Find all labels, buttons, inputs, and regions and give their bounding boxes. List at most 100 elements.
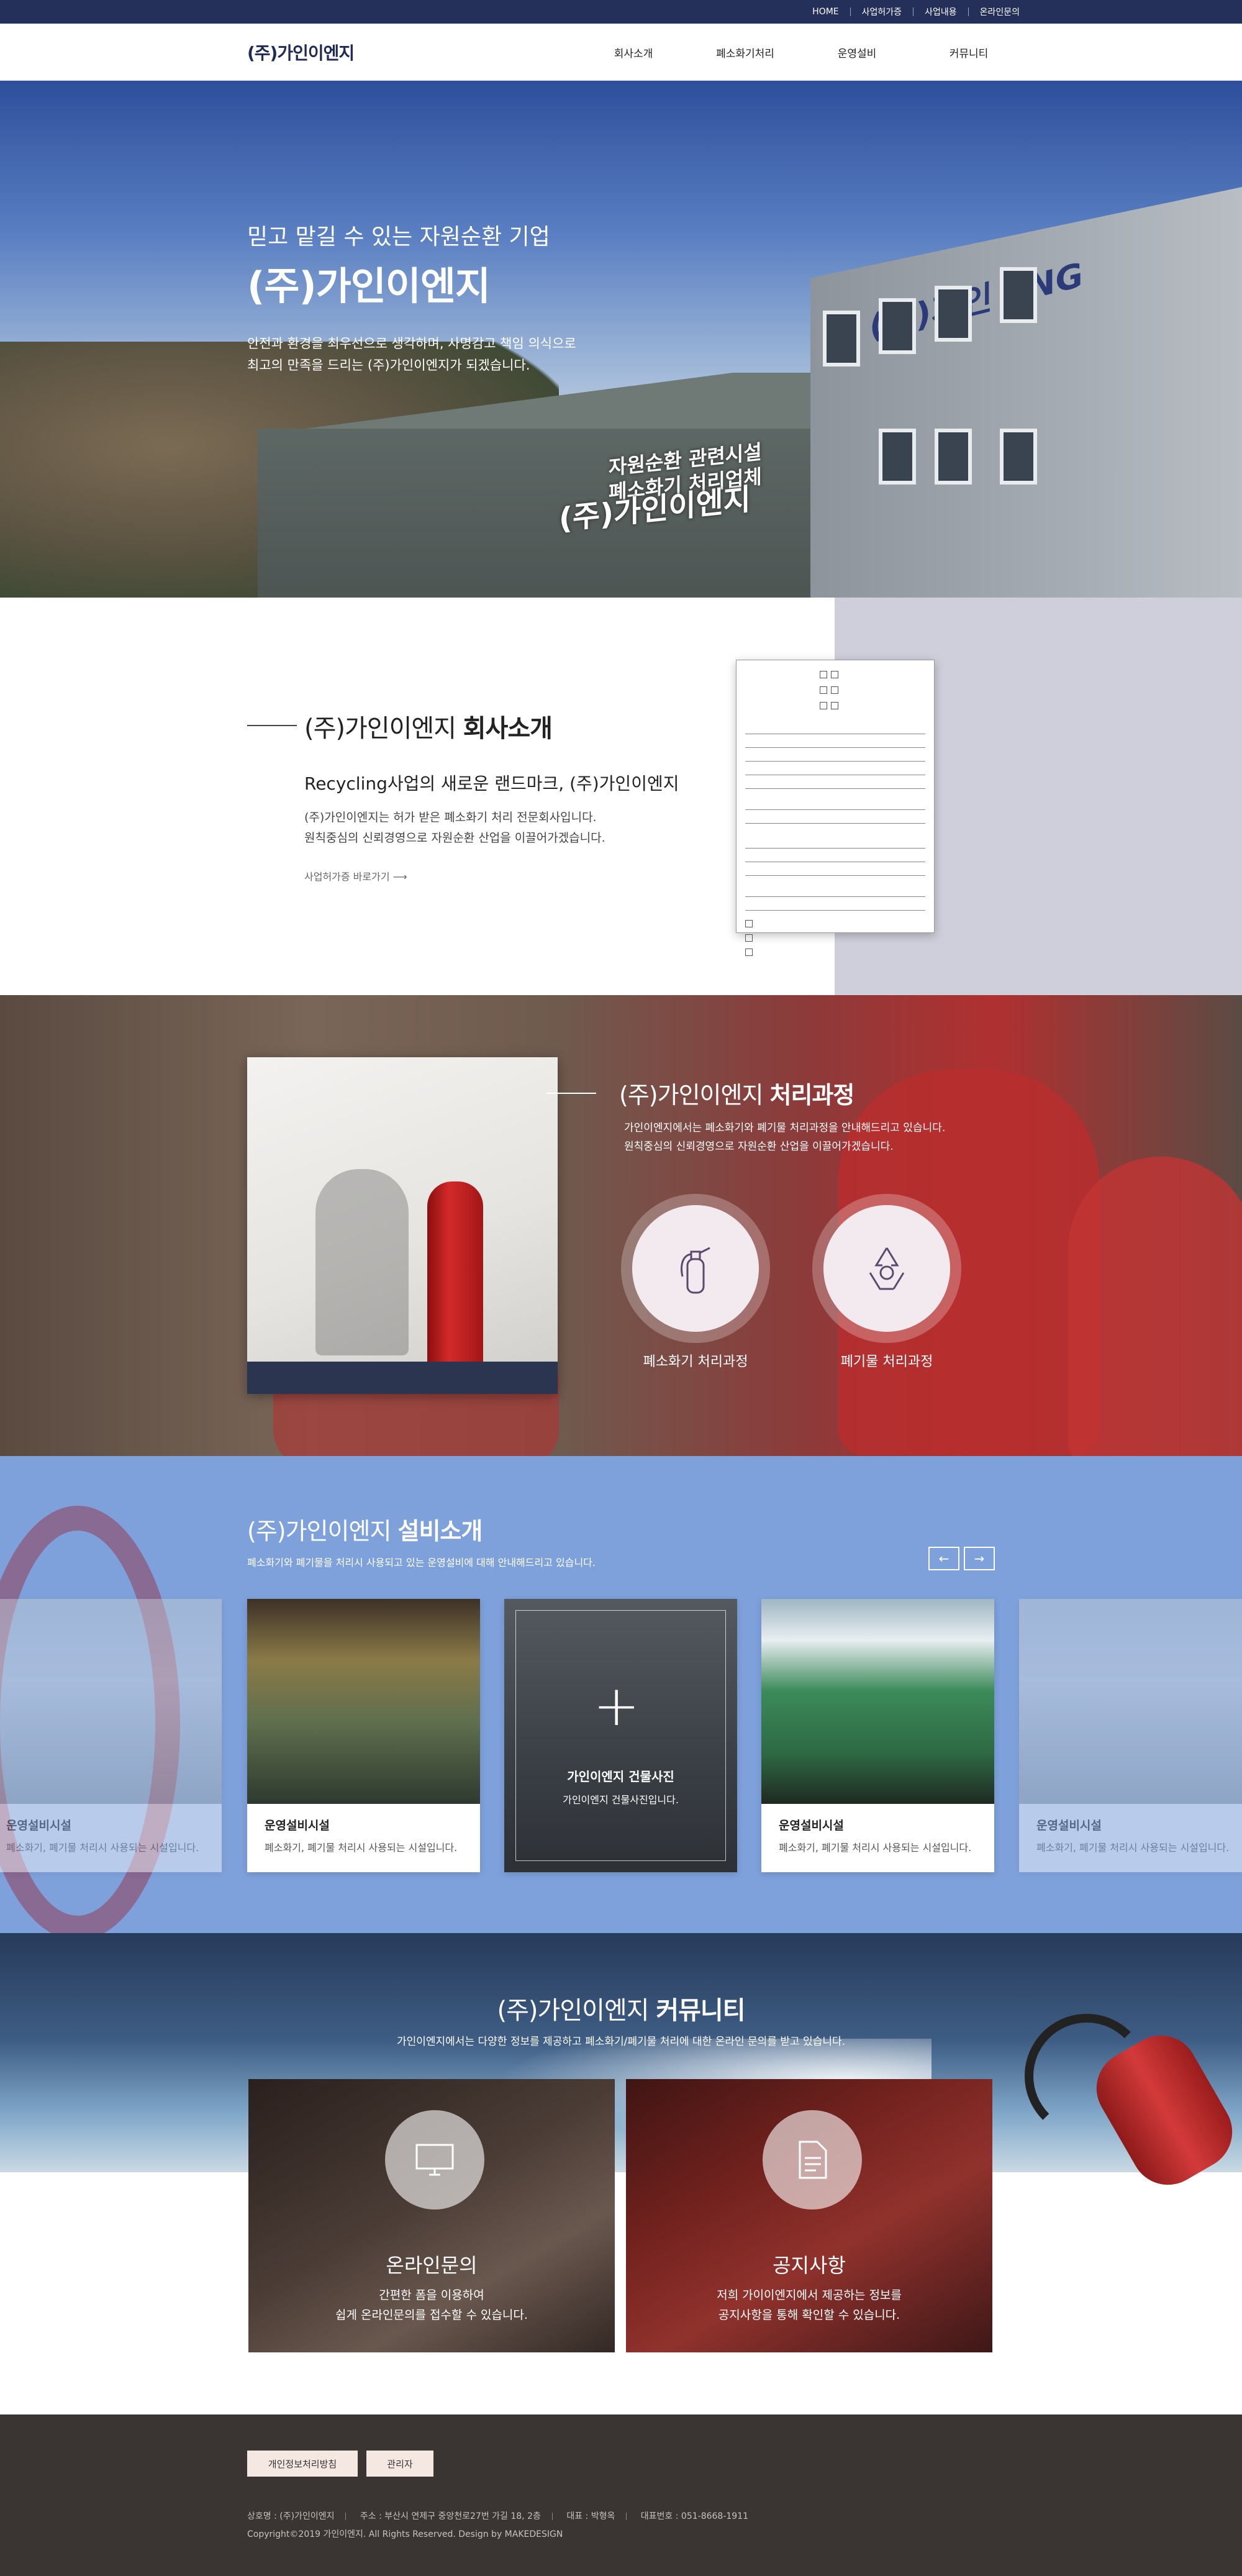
nav-item-community[interactable]: 커뮤니티 xyxy=(913,45,1025,60)
community-title-bold: 커뮤니티 xyxy=(656,1996,745,2025)
business-license-document[interactable] xyxy=(736,660,935,956)
box-desc-line: 저희 가이이엔지에서 제공하는 정보를 xyxy=(717,2288,902,2302)
process-section: (주)가인이엔지 처리과정 가인이엔지에서는 폐소화기와 폐기물 처리과정을 안… xyxy=(0,995,1242,1456)
license-link-label: 사업허가증 바로가기 xyxy=(304,871,390,883)
box-title: 공지사항 xyxy=(773,2254,846,2277)
box-title: 온라인문의 xyxy=(386,2254,478,2277)
privacy-policy-button[interactable]: 개인정보처리방침 xyxy=(247,2451,358,2477)
box-desc-line: 공지사항을 통해 확인할 수 있습니다. xyxy=(718,2308,900,2323)
monitor-icon-wrap xyxy=(385,2110,484,2210)
building-window xyxy=(935,286,972,342)
equipment-card[interactable]: 운영설비시설 폐소화기, 폐기물 처리시 사용되는 시설입니다. xyxy=(1019,1599,1242,1872)
footer-ceo: 대표 : 박형옥 xyxy=(566,2511,615,2521)
box-desc-line: 간편한 폼을 이용하여 xyxy=(379,2288,484,2302)
about-desc-line: 원칙중심의 신뢰경영으로 자원순환 산업을 이끌어가겠습니다. xyxy=(304,831,605,845)
slider-next-button[interactable]: → xyxy=(964,1547,995,1570)
card-desc: 가인이엔지 건물사진입니다. xyxy=(563,1794,679,1806)
admin-button[interactable]: 관리자 xyxy=(366,2451,433,2477)
process-title-light: (주)가인이엔지 xyxy=(619,1081,763,1109)
site-header: (주)가인이엔지 회사소개 폐소화기처리 운영설비 커뮤니티 xyxy=(0,24,1242,81)
hero-banner: 자원순환 관련시설 폐소화기 처리업체 (주)가인이엔지 (주)가인 ENG 믿… xyxy=(0,81,1242,598)
equipment-card[interactable]: 운영설비시설 폐소화기, 폐기물 처리시 사용되는 시설입니다. xyxy=(0,1599,222,1872)
about-title-bold: 회사소개 xyxy=(463,714,553,743)
equipment-image xyxy=(761,1599,994,1804)
extinguisher-image xyxy=(427,1181,483,1374)
equipment-title-light: (주)가인이엔지 xyxy=(247,1518,391,1545)
equipment-image xyxy=(247,1599,480,1804)
card-title: 운영설비시설 xyxy=(779,1819,844,1832)
main-nav: 회사소개 폐소화기처리 운영설비 커뮤니티 xyxy=(578,24,1025,81)
equipment-card[interactable]: 운영설비시설 폐소화기, 폐기물 처리시 사용되는 시설입니다. xyxy=(247,1599,480,1872)
util-link-business[interactable]: 사업내용 xyxy=(913,6,968,18)
util-link-inquiry[interactable]: 온라인문의 xyxy=(969,6,1031,18)
equipment-card[interactable]: 운영설비시설 폐소화기, 폐기물 처리시 사용되는 시설입니다. xyxy=(761,1599,994,1872)
bg-extinguisher-blur xyxy=(1068,1157,1242,1456)
photo-floor xyxy=(247,1362,558,1394)
nav-item-facilities[interactable]: 운영설비 xyxy=(801,45,913,60)
process-label[interactable]: 폐기물 처리과정 xyxy=(812,1350,961,1370)
about-desc-line: (주)가인이엔지는 허가 받은 폐소화기 처리 전문회사입니다. xyxy=(304,811,597,824)
document-icon-wrap xyxy=(763,2110,862,2210)
plus-icon: + xyxy=(593,1673,640,1739)
license-link[interactable]: 사업허가증 바로가기 ⟶ xyxy=(304,868,407,883)
card-desc: 폐소화기, 폐기물 처리시 사용되는 시설입니다. xyxy=(6,1842,199,1854)
document-icon xyxy=(799,2141,827,2179)
community-section: (주)가인이엔지 커뮤니티 가인이엔지에서는 다양한 정보를 제공하고 폐소화기… xyxy=(0,1933,1242,2414)
hero-desc-line: 최고의 만족을 드리는 (주)가인이엔지가 되겠습니다. xyxy=(247,357,530,373)
extinguisher-shadow xyxy=(315,1169,409,1355)
community-box-inquiry[interactable]: 온라인문의 간편한 폼을 이용하여 쉽게 온라인문의를 접수할 수 있습니다. xyxy=(248,2079,615,2352)
hero-description: 안전과 환경을 최우선으로 생각하며, 사명감고 책임 의식으로 최고의 만족을… xyxy=(247,333,645,376)
building-window xyxy=(823,311,860,366)
util-link-home[interactable]: HOME xyxy=(801,7,850,17)
process-title-line xyxy=(546,1093,596,1094)
box-desc: 간편한 폼을 이용하여 쉽게 온라인문의를 접수할 수 있습니다. xyxy=(248,2285,615,2326)
card-desc: 폐소화기, 폐기물 처리시 사용되는 시설입니다. xyxy=(779,1842,972,1854)
building-window xyxy=(879,429,916,485)
community-box-notice[interactable]: 공지사항 저희 가이이엔지에서 제공하는 정보를 공지사항을 통해 확인할 수 … xyxy=(626,2079,992,2352)
about-lead: Recycling사업의 새로운 랜드마크, (주)가인이엔지 xyxy=(304,773,679,794)
process-item-extinguisher[interactable] xyxy=(621,1194,770,1343)
box-desc-line: 쉽게 온라인문의를 접수할 수 있습니다. xyxy=(335,2308,528,2323)
equipment-image xyxy=(1019,1599,1242,1804)
process-description: 가인이엔지에서는 폐소화기와 폐기물 처리과정을 안내해드리고 있습니다. 원칙… xyxy=(624,1119,945,1157)
equipment-card-active[interactable]: + 가인이엔지 건물사진 가인이엔지 건물사진입니다. xyxy=(504,1599,737,1872)
util-link-license[interactable]: 사업허가증 xyxy=(851,6,913,18)
card-title: 운영설비시설 xyxy=(265,1819,330,1832)
community-title-light: (주)가인이엔지 xyxy=(497,1996,650,2025)
top-utility-bar: HOME 사업허가증 사업내용 온라인문의 xyxy=(0,0,1242,24)
slider-prev-button[interactable]: ← xyxy=(928,1547,959,1570)
footer-copyright: Copyright©2019 가인이엔지. All Rights Reserve… xyxy=(247,2529,563,2540)
site-logo[interactable]: (주)가인이엔지 xyxy=(247,40,355,65)
about-description: (주)가인이엔지는 허가 받은 폐소화기 처리 전문회사입니다. 원칙중심의 신… xyxy=(304,808,605,849)
card-desc: 폐소화기, 폐기물 처리시 사용되는 시설입니다. xyxy=(1036,1842,1230,1854)
process-label[interactable]: 폐소화기 처리과정 xyxy=(621,1350,770,1370)
equipment-image xyxy=(0,1599,222,1804)
fire-extinguisher-icon xyxy=(681,1247,710,1294)
equipment-title: (주)가인이엔지 설비소개 xyxy=(247,1512,483,1546)
community-title: (주)가인이엔지 커뮤니티 xyxy=(0,1990,1242,2026)
about-title-light: (주)가인이엔지 xyxy=(304,714,456,743)
building-window xyxy=(935,429,972,485)
footer-address: 주소 : 부산시 연제구 중앙천로27번 가길 18, 2층 xyxy=(360,2511,541,2521)
site-footer: 개인정보처리방침 관리자 상호명 : (주)가인이엔지 주소 : 부산시 연제구… xyxy=(0,2414,1242,2576)
footer-info: 상호명 : (주)가인이엔지 주소 : 부산시 연제구 중앙천로27번 가길 1… xyxy=(247,2508,748,2544)
box-desc: 저희 가이이엔지에서 제공하는 정보를 공지사항을 통해 확인할 수 있습니다. xyxy=(626,2285,992,2326)
equipment-section: (주)가인이엔지 설비소개 폐소화기와 폐기물을 처리시 사용되고 있는 운영설… xyxy=(0,1456,1242,1933)
hero-subtitle: 믿고 맡길 수 있는 자원순환 기업 xyxy=(247,224,550,250)
nav-item-company[interactable]: 회사소개 xyxy=(578,45,689,60)
process-item-waste[interactable] xyxy=(812,1194,961,1343)
equipment-description: 폐소화기와 폐기물을 처리시 사용되고 있는 운영설비에 대해 안내해드리고 있… xyxy=(247,1557,596,1568)
extinguisher-photo xyxy=(247,1057,558,1394)
hero-text: 믿고 맡길 수 있는 자원순환 기업 (주)가인이엔지 안전과 환경을 최우선으… xyxy=(247,219,645,376)
nav-item-extinguisher[interactable]: 폐소화기처리 xyxy=(689,45,801,60)
card-desc: 폐소화기, 폐기물 처리시 사용되는 시설입니다. xyxy=(265,1842,458,1854)
recycle-icon xyxy=(869,1247,905,1290)
hero-desc-line: 안전과 환경을 최우선으로 생각하며, 사명감고 책임 의식으로 xyxy=(247,336,576,351)
hero-title: (주)가인이엔지 xyxy=(247,263,491,309)
process-desc-line: 원칙중심의 신뢰경영으로 자원순환 산업을 이끌어가겠습니다. xyxy=(624,1140,894,1153)
community-description: 가인이엔지에서는 다양한 정보를 제공하고 폐소화기/폐기물 처리에 대한 온라… xyxy=(396,2036,846,2048)
building-window xyxy=(1000,429,1037,485)
process-desc-line: 가인이엔지에서는 폐소화기와 폐기물 처리과정을 안내해드리고 있습니다. xyxy=(624,1122,946,1134)
about-title: (주)가인이엔지 회사소개 xyxy=(304,708,553,744)
utility-nav: HOME 사업허가증 사업내용 온라인문의 xyxy=(801,0,1031,24)
